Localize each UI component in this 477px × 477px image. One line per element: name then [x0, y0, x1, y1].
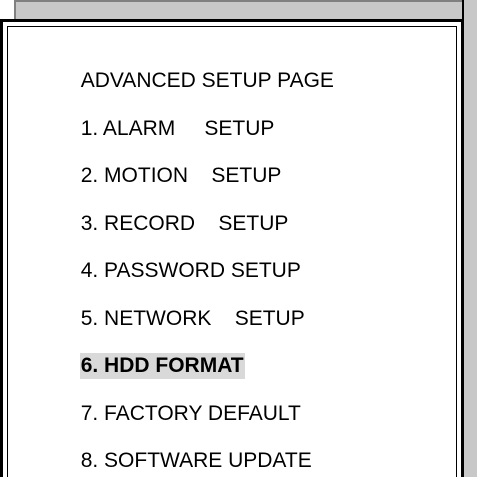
advanced-setup-screen: ADVANCED SETUP PAGE 1. ALARM SETUP 2. MO…: [0, 0, 477, 477]
menu-item-password-setup[interactable]: 4. PASSWORD SETUP: [33, 232, 335, 282]
menu-item-record-setup[interactable]: 3. RECORD SETUP: [33, 185, 335, 235]
menu-item-hdd-format[interactable]: 6. HDD FORMAT: [33, 327, 335, 379]
frame-shadow-right: [462, 0, 477, 477]
menu-item-factory-default[interactable]: 7. FACTORY DEFAULT: [33, 375, 335, 425]
menu-item-network-setup[interactable]: 5. NETWORK SETUP: [33, 280, 335, 330]
frame-shadow-top: [14, 0, 477, 19]
menu-item-label: 8. SOFTWARE UPDATE: [80, 449, 312, 472]
menu-item-software-update[interactable]: 8. SOFTWARE UPDATE: [33, 422, 335, 472]
menu-item-motion-setup[interactable]: 2. MOTION SETUP: [33, 137, 335, 187]
menu-panel: ADVANCED SETUP PAGE 1. ALARM SETUP 2. MO…: [0, 19, 464, 477]
menu-item-alarm-setup[interactable]: 1. ALARM SETUP: [33, 90, 335, 140]
menu-title: ADVANCED SETUP PAGE: [33, 42, 335, 92]
menu-list: ADVANCED SETUP PAGE 1. ALARM SETUP 2. MO…: [33, 60, 335, 477]
